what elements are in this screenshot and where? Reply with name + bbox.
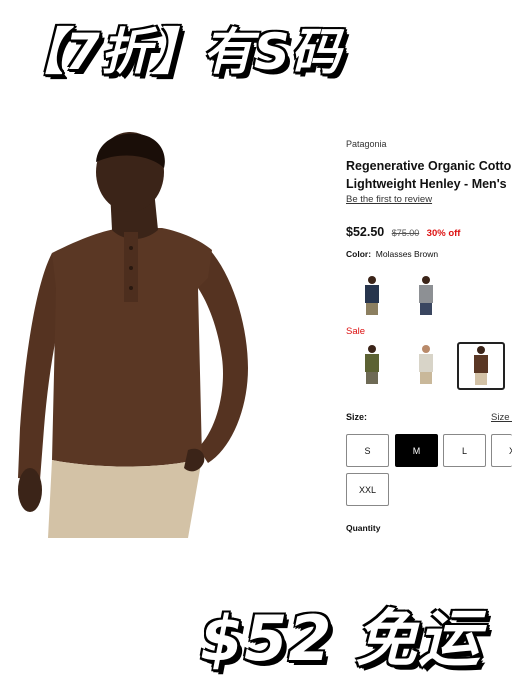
size-option-l[interactable]: L xyxy=(443,434,486,467)
promo-banner-bottom: $52 免运 xyxy=(200,602,482,675)
review-link[interactable]: Be the first to review xyxy=(346,194,432,205)
size-option-xxl[interactable]: XXL xyxy=(346,473,389,506)
product-model-image xyxy=(18,132,248,538)
promo-banner-top: 【7折】有S码 xyxy=(14,23,342,81)
color-swatch-navy[interactable] xyxy=(349,273,395,319)
product-title: Regenerative Organic Cotton Lightweight … xyxy=(346,159,512,191)
size-guide-link[interactable]: Size G xyxy=(491,412,512,423)
original-price: $75.00 xyxy=(391,228,420,238)
color-swatch-gray[interactable] xyxy=(403,273,449,319)
color-label: Color: Molasses Brown xyxy=(346,249,439,259)
size-label: Size: xyxy=(346,412,368,422)
sale-price: $52.50 xyxy=(346,225,385,239)
color-swatch-natural[interactable] xyxy=(403,342,449,388)
size-option-s[interactable]: S xyxy=(346,434,389,467)
color-swatch-olive[interactable] xyxy=(349,342,395,388)
size-option-m[interactable]: M xyxy=(395,434,438,467)
quantity-label: Quantity xyxy=(346,523,381,533)
color-swatch-molasses-brown[interactable] xyxy=(457,342,505,390)
color-value: Molasses Brown xyxy=(375,249,439,259)
sale-label: Sale xyxy=(346,326,366,337)
price-row: $52.50 $75.00 30% off xyxy=(346,223,460,241)
product-brand: Patagonia xyxy=(346,139,387,149)
size-option-xl[interactable]: XL xyxy=(491,434,512,467)
discount-badge: 30% off xyxy=(426,228,461,239)
